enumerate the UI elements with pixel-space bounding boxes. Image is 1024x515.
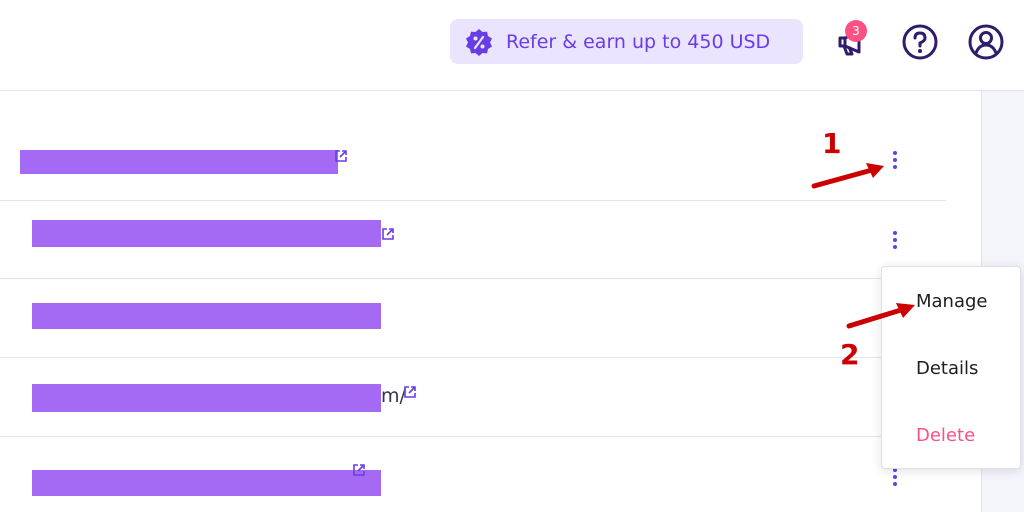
redacted-url (32, 220, 381, 247)
menu-item-delete[interactable]: Delete (916, 425, 975, 446)
redacted-url (32, 470, 381, 496)
external-link-icon[interactable] (352, 463, 366, 477)
redacted-url (32, 303, 381, 329)
menu-item-manage[interactable]: Manage (916, 291, 988, 312)
list-row (0, 279, 946, 358)
menu-item-details[interactable]: Details (916, 358, 978, 379)
annotation-step-2: 2 (840, 338, 860, 371)
list-row (0, 437, 946, 515)
help-icon[interactable] (900, 22, 940, 62)
list-row (0, 200, 946, 279)
redacted-url (32, 384, 381, 412)
list-row (0, 122, 946, 201)
discount-badge-icon (466, 28, 492, 56)
notification-count-badge: 3 (845, 20, 867, 42)
more-options-button[interactable] (888, 228, 902, 252)
refer-earn-button[interactable]: Refer & earn up to 450 USD (450, 19, 803, 64)
more-options-button[interactable] (888, 148, 902, 172)
top-header: Refer & earn up to 450 USD 3 (0, 0, 1024, 91)
annotation-arrow-2 (846, 303, 915, 329)
external-link-icon[interactable] (334, 149, 348, 163)
annotation-step-1: 1 (822, 127, 842, 160)
list-row: m/ (0, 358, 946, 437)
external-link-icon[interactable] (403, 385, 417, 399)
refer-earn-label: Refer & earn up to 450 USD (506, 30, 771, 53)
external-link-icon[interactable] (381, 227, 395, 241)
account-icon[interactable] (966, 22, 1006, 62)
annotation-arrow-1 (811, 163, 884, 189)
redacted-url (20, 150, 338, 174)
